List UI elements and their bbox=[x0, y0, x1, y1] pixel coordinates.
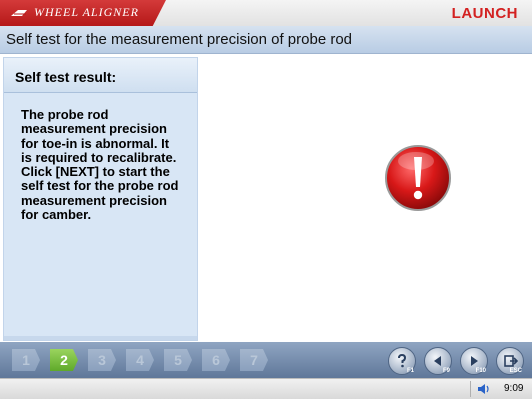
launch-logo: LAUNCH bbox=[451, 5, 518, 22]
result-header: Self test result: bbox=[4, 58, 197, 93]
exit-button[interactable]: ESC bbox=[496, 347, 524, 375]
step-6[interactable]: 6 bbox=[202, 349, 230, 371]
step-7[interactable]: 7 bbox=[240, 349, 268, 371]
taskbar: 9:09 bbox=[0, 378, 532, 399]
clock: 9:09 bbox=[504, 383, 524, 394]
step-3[interactable]: 3 bbox=[88, 349, 116, 371]
result-panel: Self test result: The probe rod measurem… bbox=[3, 57, 198, 341]
result-heading: Self test result: bbox=[15, 69, 117, 85]
step-2[interactable]: 2 bbox=[50, 349, 78, 371]
exclamation-warning-icon bbox=[385, 145, 451, 211]
wheel-aligner-logo-icon bbox=[11, 10, 27, 16]
question-icon bbox=[398, 353, 407, 368]
step-5[interactable]: 5 bbox=[164, 349, 192, 371]
step-1[interactable]: 1 bbox=[12, 349, 40, 371]
top-header-bar: WHEEL ALIGNER LAUNCH bbox=[0, 0, 532, 26]
back-button[interactable]: F9 bbox=[424, 347, 452, 375]
exit-icon bbox=[504, 355, 518, 367]
bottom-toolbar: 1 2 3 4 5 6 7 F1 F9 F10 ESC bbox=[0, 342, 532, 378]
taskbar-divider bbox=[470, 381, 471, 397]
back-arrow-icon bbox=[434, 356, 441, 366]
main-display-area bbox=[198, 57, 532, 339]
next-button[interactable]: F10 bbox=[460, 347, 488, 375]
page-title: Self test for the measurement precision … bbox=[6, 31, 353, 48]
panel-divider bbox=[4, 336, 197, 340]
result-message: The probe rod measurement precision for … bbox=[21, 107, 179, 223]
brand-tab: WHEEL ALIGNER bbox=[0, 0, 166, 26]
next-arrow-icon bbox=[471, 356, 478, 366]
step-4[interactable]: 4 bbox=[126, 349, 154, 371]
help-button[interactable]: F1 bbox=[388, 347, 416, 375]
title-bar: Self test for the measurement precision … bbox=[0, 26, 532, 54]
speaker-icon[interactable] bbox=[477, 383, 491, 395]
brand-text: WHEEL ALIGNER bbox=[34, 5, 139, 19]
